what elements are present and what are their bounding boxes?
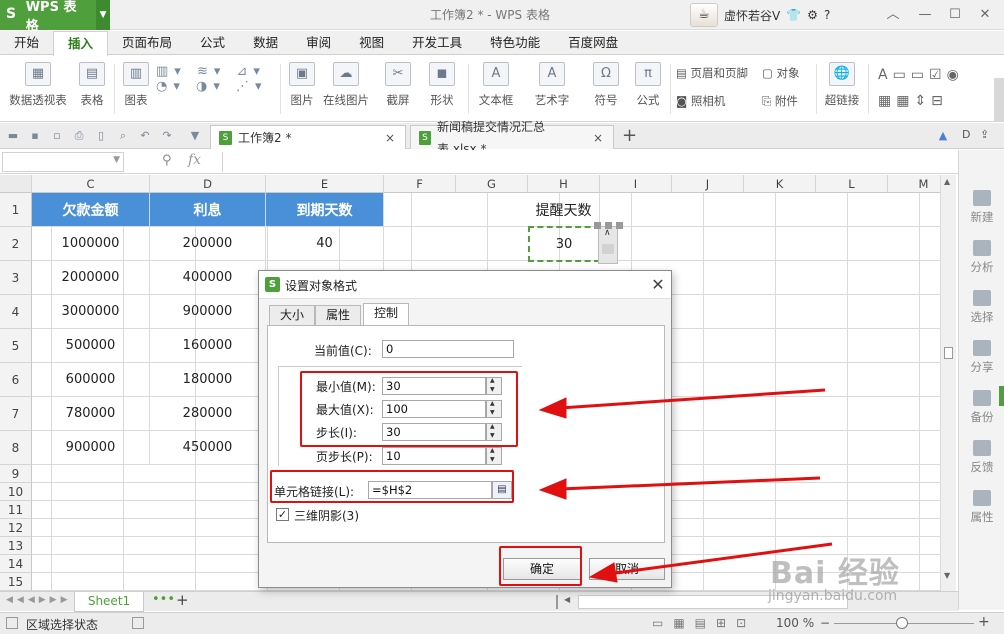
baidu-watermark: Bai 经验 [770,556,900,591]
baidu-watermark-url: jingyan.baidu.com [768,588,898,604]
arrow-head-ok [588,562,618,583]
annotation-arrows [538,388,833,583]
arrow-line-link [559,476,821,491]
arrow-head-link [538,478,567,500]
arrow-head-limits [538,397,567,419]
arrow-line-limits [559,388,826,410]
